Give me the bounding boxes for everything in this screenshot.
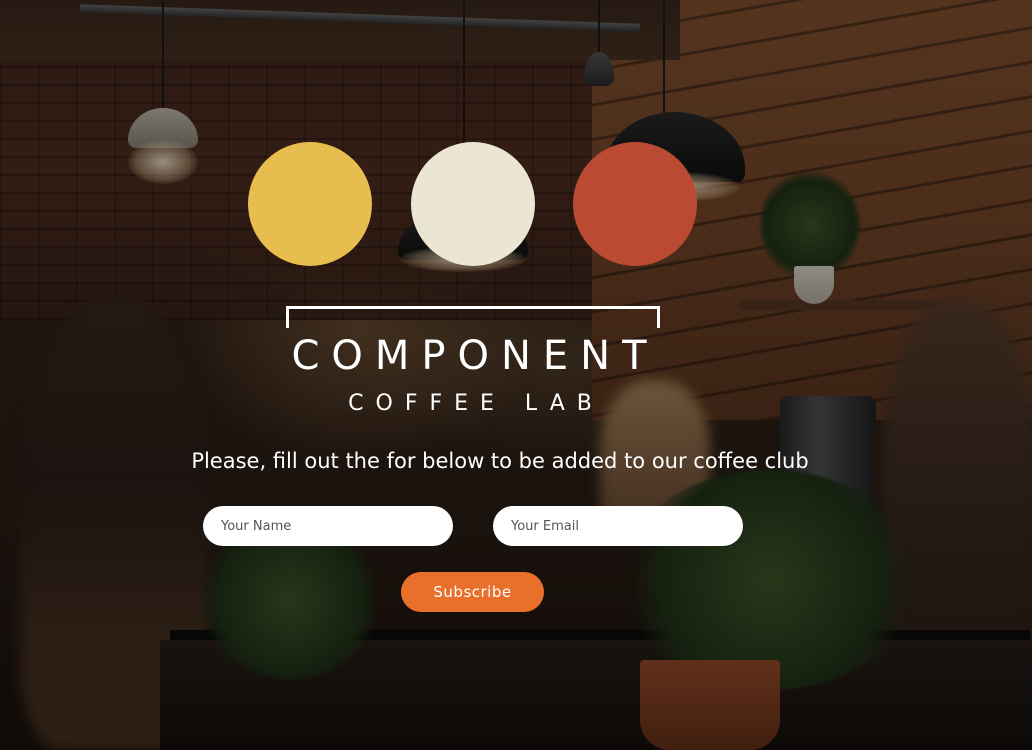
swatch-cream [411, 142, 535, 266]
logo-bracket [286, 306, 660, 328]
logo-subtitle: COFFEE LAB [348, 391, 604, 416]
signup-headline: Please, fill out the for below to be add… [191, 449, 809, 473]
swatch-yellow [248, 142, 372, 266]
logo-title: COMPONENT [291, 333, 659, 379]
name-input[interactable] [203, 506, 453, 546]
subscribe-button[interactable]: Subscribe [401, 572, 544, 612]
landing-page: COMPONENT COFFEE LAB Please, fill out th… [0, 0, 1032, 750]
email-input[interactable] [493, 506, 743, 546]
swatch-red [573, 142, 697, 266]
